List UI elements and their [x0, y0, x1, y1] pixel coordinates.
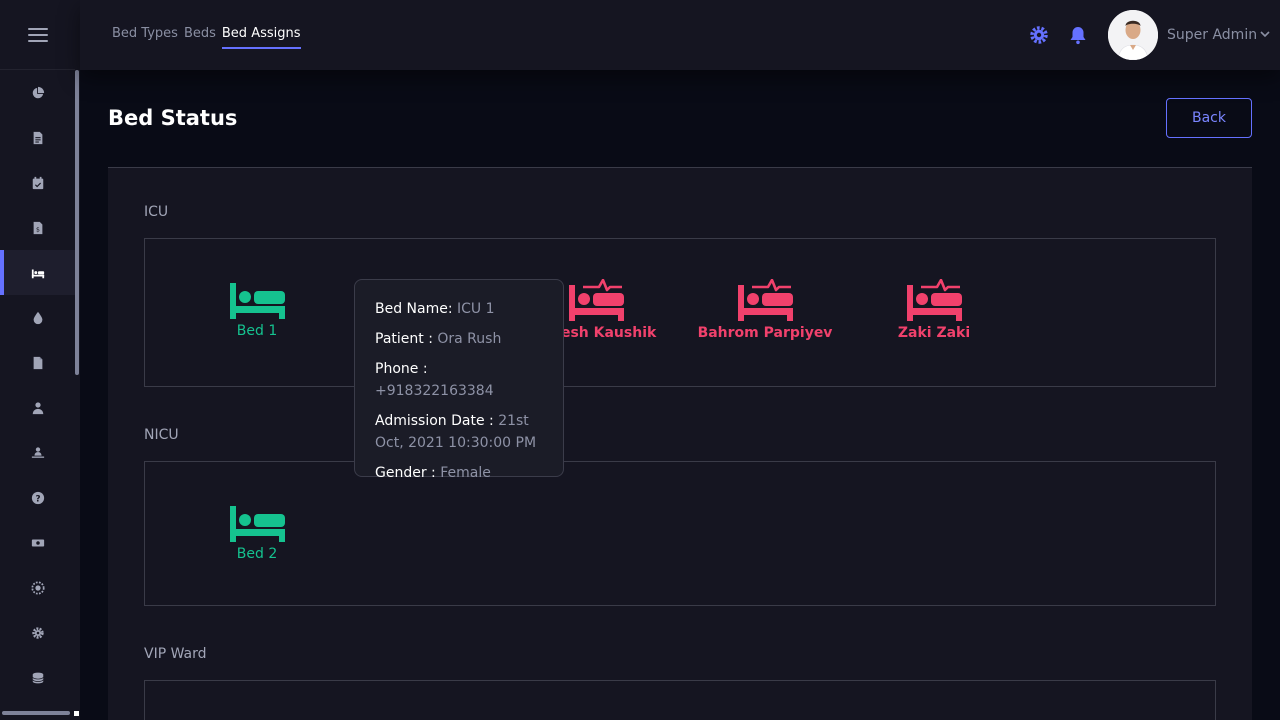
sidebar-item-documents[interactable]: [0, 115, 75, 160]
ward-box-icu: [144, 238, 1216, 387]
gear-icon: [31, 626, 44, 639]
tab-bed-assigns[interactable]: Bed Assigns: [221, 26, 301, 49]
chart-pie-icon: [32, 86, 44, 98]
blood-drop-icon: [33, 311, 42, 324]
ward-title-vip: VIP Ward: [144, 646, 207, 662]
tooltip-key: Patient :: [375, 331, 433, 347]
tooltip-phone: Phone : +918322163384: [375, 358, 543, 402]
sidebar-item-reports[interactable]: [0, 340, 75, 385]
sidebar-scrollbar-vertical[interactable]: [75, 70, 79, 375]
coins-icon: [31, 672, 44, 683]
ward-box-nicu: [144, 461, 1216, 606]
sidebar-item-blood-bank[interactable]: [0, 295, 75, 340]
menu-toggle-button[interactable]: [0, 0, 75, 70]
gear-icon[interactable]: [1029, 25, 1049, 45]
tab-bed-types[interactable]: Bed Types: [112, 26, 178, 49]
sidebar-item-appointments[interactable]: [0, 160, 75, 205]
bed-card[interactable]: Zaki Zaki: [898, 279, 970, 341]
sidebar-item-accounts[interactable]: [0, 655, 75, 700]
scrollbar-corner: [74, 711, 79, 716]
sidebar-item-patients[interactable]: [0, 430, 75, 475]
avatar[interactable]: [1108, 10, 1158, 60]
bed-card[interactable]: hesh Kaushik: [551, 279, 656, 341]
tooltip-admission-date: Admission Date : 21st Oct, 2021 10:30:00…: [375, 410, 543, 454]
sidebar-item-pathology[interactable]: [0, 565, 75, 610]
bed-name: Bahrom Parpiyev: [697, 325, 833, 341]
bed-card[interactable]: Bahrom Parpiyev: [698, 279, 832, 341]
tooltip-patient: Patient : Ora Rush: [375, 328, 543, 350]
sidebar-item-billing[interactable]: $: [0, 205, 75, 250]
dna-icon: [30, 580, 45, 595]
tooltip-value: +918322163384: [375, 383, 494, 399]
user-name[interactable]: Super Admin: [1167, 27, 1257, 43]
tooltip-value: Ora Rush: [437, 331, 502, 347]
bed-name: Zaki Zaki: [897, 325, 971, 341]
hamburger-icon: [27, 24, 48, 46]
top-header: Bed Types Beds Bed Assigns: [80, 0, 1280, 70]
bed-card[interactable]: Bed 2: [227, 504, 287, 562]
sidebar-item-enquiries[interactable]: ?: [0, 475, 75, 520]
bell-icon[interactable]: [1068, 25, 1088, 45]
tooltip-gender: Gender : Female: [375, 462, 543, 484]
bed-occupied-icon: [737, 279, 793, 321]
breadcrumb: Bed Types Beds Bed Assigns: [112, 26, 307, 49]
file-list-icon: [33, 131, 42, 144]
users-icon: [31, 446, 44, 458]
sidebar-item-settings[interactable]: [0, 610, 75, 655]
user-photo: [1108, 10, 1158, 60]
page-title: Bed Status: [108, 106, 238, 130]
bed-occupied-icon: [569, 279, 624, 321]
document-icon: [33, 356, 42, 369]
tooltip-key: Phone :: [375, 361, 428, 377]
sidebar-item-dashboard[interactable]: [0, 70, 75, 115]
svg-text:?: ?: [35, 494, 40, 504]
tooltip-value: Female: [440, 465, 491, 481]
ward-title-nicu: NICU: [144, 427, 179, 443]
bed-occupied-icon: [906, 279, 962, 321]
bed-name: hesh Kaushik: [551, 325, 657, 341]
ward-title-icu: ICU: [144, 204, 169, 220]
money-icon: [31, 539, 44, 546]
file-invoice-icon: $: [33, 221, 42, 234]
bed-name: Bed 1: [236, 323, 278, 339]
svg-text:$: $: [36, 226, 40, 233]
sidebar-item-finance[interactable]: [0, 520, 75, 565]
tooltip-key: Admission Date :: [375, 413, 494, 429]
bed-available-icon: [229, 506, 285, 542]
bed-icon: [31, 269, 44, 278]
calendar-check-icon: [32, 176, 43, 189]
doctor-icon: [32, 401, 43, 414]
sidebar-item-doctors[interactable]: [0, 385, 75, 430]
bed-card[interactable]: Bed 1: [227, 281, 287, 339]
bed-available-icon: [229, 283, 285, 319]
tooltip-key: Bed Name:: [375, 301, 453, 317]
chevron-down-icon[interactable]: [1259, 28, 1271, 40]
ward-box-vip: [144, 680, 1216, 720]
bed-details-tooltip: Bed Name: ICU 1 Patient : Ora Rush Phone…: [354, 279, 564, 481]
tab-beds[interactable]: Beds: [184, 26, 216, 49]
back-button[interactable]: Back: [1166, 98, 1252, 138]
sidebar: $ ?: [0, 0, 80, 720]
bed-name: Bed 2: [236, 546, 278, 562]
tooltip-value: ICU 1: [457, 301, 495, 317]
question-icon: ?: [31, 491, 44, 504]
tooltip-bed-name: Bed Name: ICU 1: [375, 298, 543, 320]
tooltip-key: Gender :: [375, 465, 436, 481]
sidebar-item-beds[interactable]: [0, 250, 75, 295]
sidebar-scrollbar-horizontal[interactable]: [2, 711, 70, 715]
sidebar-nav: $ ?: [0, 70, 75, 700]
divider: [108, 167, 1252, 168]
